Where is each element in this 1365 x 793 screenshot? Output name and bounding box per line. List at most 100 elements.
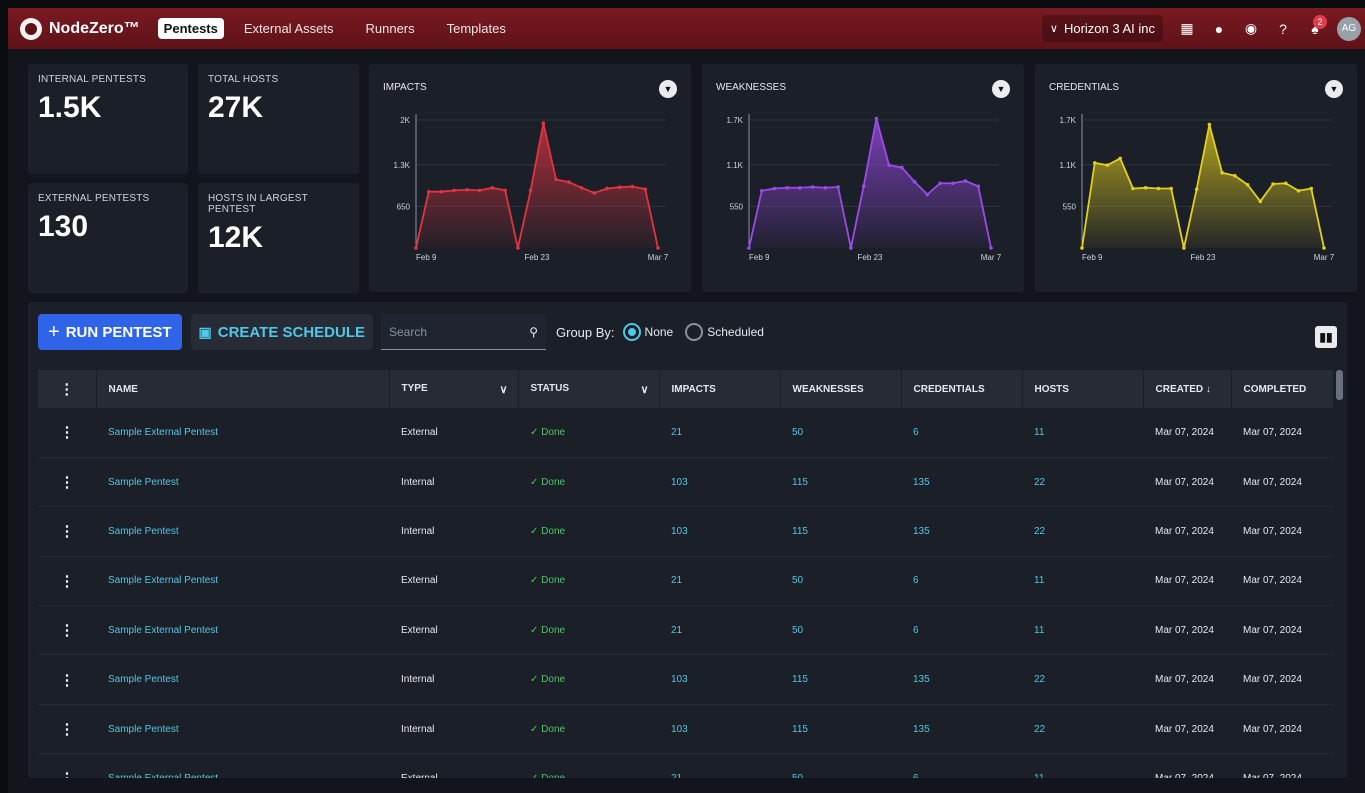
pentest-hosts[interactable]: 11 <box>1022 556 1143 607</box>
col-header-credentials[interactable]: CREDENTIALS <box>901 370 1023 408</box>
pentest-completed: Mar 07, 2024 <box>1231 506 1334 557</box>
row-menu-icon[interactable]: ⋮ <box>38 506 96 557</box>
data-point <box>887 163 891 167</box>
pentest-credentials[interactable]: 135 <box>901 704 1022 755</box>
row-menu-icon[interactable]: ⋮ <box>38 457 96 508</box>
pentest-hosts[interactable]: 22 <box>1022 704 1143 755</box>
pentest-weaknesses[interactable]: 115 <box>780 654 901 705</box>
row-menu-icon[interactable]: ⋮ <box>38 556 96 607</box>
create-schedule-button[interactable]: ▣ CREATE SCHEDULE <box>190 314 373 350</box>
col-header-hosts[interactable]: HOSTS <box>1022 370 1144 408</box>
nav-templates[interactable]: Templates <box>441 18 512 39</box>
nav-pentests[interactable]: Pentests <box>157 18 224 39</box>
table-row[interactable]: ⋮Sample External PentestExternal✓ Done21… <box>38 408 1334 458</box>
pentest-name[interactable]: Sample Pentest <box>96 457 389 508</box>
row-menu-icon[interactable]: ⋮ <box>38 408 96 458</box>
scrollbar[interactable] <box>1336 370 1343 400</box>
row-menu-icon[interactable]: ⋮ <box>38 704 96 755</box>
pentest-weaknesses[interactable]: 50 <box>780 556 901 607</box>
pentest-impacts[interactable]: 103 <box>659 457 780 508</box>
pentest-impacts[interactable]: 21 <box>659 605 780 656</box>
search-field[interactable]: ⚲ <box>381 314 546 350</box>
search-icon[interactable]: ⚲ <box>529 325 538 339</box>
col-header-impacts[interactable]: IMPACTS <box>659 370 781 408</box>
pentest-impacts[interactable]: 21 <box>659 408 780 458</box>
table-row[interactable]: ⋮ Sample Pentest Internal ✓ Done 103 115 135 22… <box>38 654 1334 705</box>
row-menu-icon[interactable]: ⋮ <box>38 605 96 656</box>
col-header-type[interactable]: TYPE ∨ <box>389 370 519 408</box>
stat-label: EXTERNAL PENTESTS <box>38 193 150 204</box>
pentest-hosts[interactable]: 22 <box>1022 506 1143 557</box>
pentest-impacts[interactable]: 103 <box>659 654 780 705</box>
create-schedule-label: CREATE SCHEDULE <box>217 323 365 341</box>
bell-icon[interactable]: ♠ 2 <box>1301 14 1329 43</box>
pentest-impacts[interactable]: 21 <box>659 753 780 778</box>
nav-runners[interactable]: Runners <box>359 18 420 39</box>
group-scheduled-radio[interactable]: Scheduled <box>685 323 764 341</box>
row-menu-icon[interactable]: ⋮ <box>38 753 96 778</box>
pentest-hosts[interactable]: 22 <box>1022 654 1143 705</box>
help-icon[interactable]: ? <box>1269 15 1297 43</box>
col-header-name[interactable]: NAME <box>96 370 390 408</box>
pentest-impacts[interactable]: 21 <box>659 556 780 607</box>
pentest-weaknesses[interactable]: 115 <box>780 457 901 508</box>
pentest-credentials[interactable]: 135 <box>901 457 1022 508</box>
pentest-weaknesses[interactable]: 50 <box>780 605 901 656</box>
columns-icon[interactable]: ▮▮ <box>1315 326 1337 348</box>
col-header-completed[interactable]: COMPLETED <box>1231 370 1334 408</box>
table-row[interactable]: ⋮Sample External PentestExternal✓ Done21… <box>38 556 1334 607</box>
pentest-weaknesses[interactable]: 50 <box>780 408 901 458</box>
x-tick-label: Mar 7 <box>1314 253 1335 262</box>
pentest-name[interactable]: Sample External Pentest <box>96 753 389 778</box>
pentest-credentials[interactable]: 135 <box>901 506 1022 557</box>
map-icon[interactable]: ▦ <box>1173 15 1201 43</box>
pentest-completed: Mar 07, 2024 <box>1231 654 1334 705</box>
pentest-name[interactable]: Sample Pentest <box>96 704 389 755</box>
pentest-credentials[interactable]: 6 <box>901 556 1022 607</box>
table-row[interactable]: ⋮Sample External PentestExternal✓ Done21… <box>38 753 1334 778</box>
group-none-radio[interactable]: None <box>622 323 673 341</box>
pentest-credentials[interactable]: 6 <box>901 753 1022 778</box>
pentest-name[interactable]: Sample External Pentest <box>96 408 389 458</box>
x-tick-label: Feb 9 <box>749 253 770 262</box>
palette-icon[interactable]: ◉ <box>1237 15 1265 43</box>
pentest-weaknesses[interactable]: 50 <box>780 753 901 778</box>
pentest-name[interactable]: Sample External Pentest <box>96 605 389 656</box>
pentest-name[interactable]: Sample Pentest <box>96 654 389 705</box>
check-icon: ✓ <box>530 525 542 537</box>
pentest-hosts[interactable]: 22 <box>1022 457 1143 508</box>
pentest-credentials[interactable]: 6 <box>901 605 1022 656</box>
col-header-created[interactable]: CREATED ↓ <box>1143 370 1232 408</box>
pentest-weaknesses[interactable]: 115 <box>780 704 901 755</box>
table-row[interactable]: ⋮ Sample Pentest Internal ✓ Done 103 115 135 22… <box>38 457 1334 508</box>
pentest-weaknesses[interactable]: 115 <box>780 506 901 557</box>
chat-icon[interactable]: ● <box>1205 15 1233 43</box>
table-row[interactable]: ⋮ Sample Pentest Internal ✓ Done 103 115 135 22… <box>38 704 1334 755</box>
pentest-credentials[interactable]: 135 <box>901 654 1022 705</box>
pentest-type: Internal <box>389 506 518 557</box>
pentest-impacts[interactable]: 103 <box>659 704 780 755</box>
pentest-name[interactable]: Sample Pentest <box>96 506 389 557</box>
pentest-name[interactable]: Sample External Pentest <box>96 556 389 607</box>
row-menu-icon[interactable]: ⋮ <box>38 654 96 705</box>
x-tick-label: Mar 7 <box>981 253 1002 262</box>
col-header-weaknesses[interactable]: WEAKNESSES <box>780 370 902 408</box>
run-pentest-button[interactable]: + RUN PENTEST <box>38 314 182 350</box>
table-row[interactable]: ⋮ Sample Pentest Internal ✓ Done 103 115 135 22… <box>38 506 1334 557</box>
org-switcher[interactable]: ∨ Horizon 3 AI inc <box>1041 15 1163 42</box>
logo[interactable]: NodeZero™ <box>20 17 140 40</box>
search-input[interactable] <box>389 324 509 339</box>
stat-hosts-largest-pentest: HOSTS IN LARGEST PENTEST 12K <box>198 183 359 293</box>
avatar[interactable]: AG <box>1337 16 1361 41</box>
pentest-hosts[interactable]: 11 <box>1022 605 1143 656</box>
pentest-hosts[interactable]: 11 <box>1022 753 1143 778</box>
pentest-status: ✓ Done <box>518 654 659 705</box>
table-row[interactable]: ⋮Sample External PentestExternal✓ Done21… <box>38 605 1334 656</box>
nav-external-assets[interactable]: External Assets <box>238 18 340 39</box>
pentest-hosts[interactable]: 11 <box>1022 408 1143 458</box>
header-menu-icon[interactable]: ⋮ <box>38 370 97 408</box>
col-header-status[interactable]: STATUS ∨ <box>518 370 660 408</box>
pentest-impacts[interactable]: 103 <box>659 506 780 557</box>
data-point <box>1080 246 1084 250</box>
pentest-credentials[interactable]: 6 <box>901 408 1022 458</box>
